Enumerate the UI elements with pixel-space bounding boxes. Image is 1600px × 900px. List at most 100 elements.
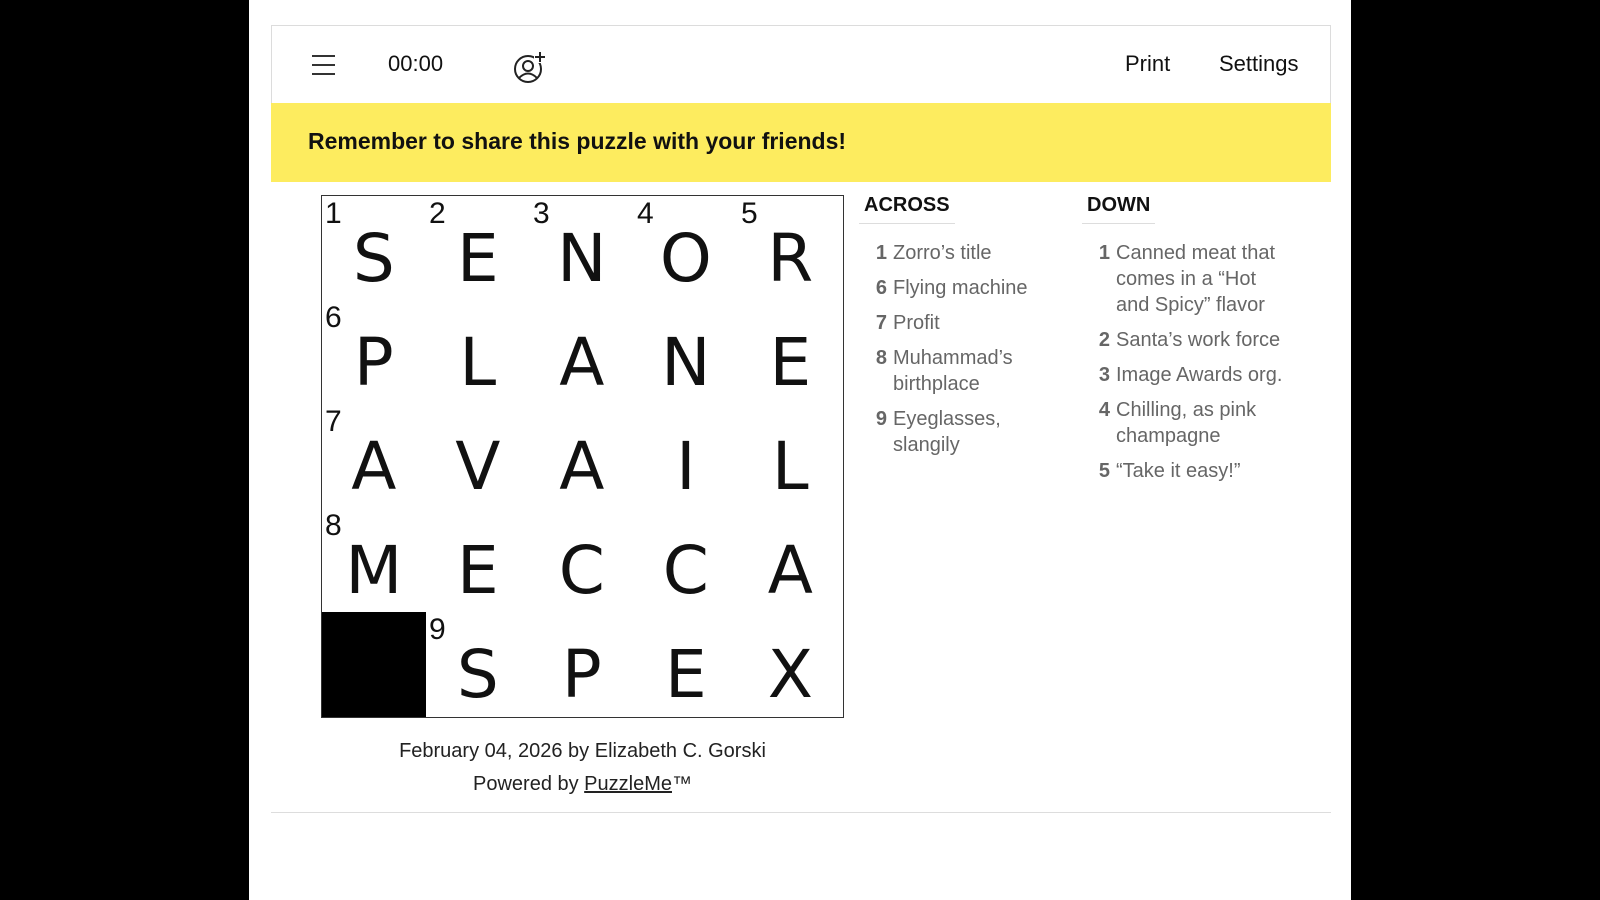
cell-letter: P: [561, 636, 602, 713]
grid-cell[interactable]: A: [530, 404, 635, 509]
cell-letter: P: [353, 324, 394, 401]
grid-cell[interactable]: 4O: [634, 196, 739, 301]
crossword-grid: 1S2E3N4O5R6PLANE7AVAIL8MECCA9SPEX: [321, 195, 844, 718]
cell-letter: S: [352, 220, 395, 297]
across-clue[interactable]: 9 Eyeglasses, slangily: [859, 406, 1054, 458]
cell-letter: C: [558, 532, 605, 609]
grid-cell[interactable]: C: [634, 508, 739, 613]
clue-text: Eyeglasses, slangily: [893, 408, 1001, 456]
grid-cell[interactable]: V: [426, 404, 531, 509]
cell-letter: O: [659, 220, 712, 297]
cell-letter: A: [559, 324, 605, 401]
cell-letter: V: [455, 428, 501, 505]
down-clue[interactable]: 2 Santa’s work force: [1082, 327, 1292, 353]
cell-letter: C: [662, 532, 709, 609]
divider: [271, 812, 1331, 813]
down-clue[interactable]: 3 Image Awards org.: [1082, 362, 1292, 388]
cell-letter: L: [459, 324, 497, 401]
across-clues: ACROSS 1 Zorro’s title 6 Flying machine 7 Pro…: [859, 190, 1054, 467]
grid-cell[interactable]: 8M: [322, 508, 427, 613]
clue-number: 5: [1098, 460, 1110, 482]
puzzle-page: 00:00 Print Settings Remember to share t…: [249, 0, 1351, 900]
grid-cell[interactable]: X: [738, 612, 843, 717]
toolbar: 00:00 Print Settings: [271, 25, 1331, 103]
powered-prefix: Powered by: [473, 773, 585, 795]
across-clue[interactable]: 8 Muhammad’s birthplace: [859, 345, 1054, 397]
down-heading: DOWN: [1082, 190, 1156, 224]
cell-letter: E: [664, 636, 707, 713]
clue-text: Santa’s work force: [1116, 329, 1281, 351]
grid-cell[interactable]: 9S: [426, 612, 531, 717]
clue-text: Flying machine: [893, 277, 1028, 299]
grid-cell[interactable]: E: [426, 508, 531, 613]
down-clue-list: 1 Canned meat that comes in a “Hot and Sp…: [1082, 240, 1292, 484]
cell-letter: E: [456, 220, 499, 297]
down-clue[interactable]: 5 “Take it easy!”: [1082, 458, 1292, 484]
clue-number: 8: [875, 347, 887, 369]
cell-letter: X: [767, 636, 813, 713]
clue-number: 9: [875, 408, 887, 430]
cell-letter: A: [351, 428, 397, 505]
clue-text: Muhammad’s birthplace: [893, 347, 1013, 395]
clue-number: 7: [875, 312, 887, 334]
trademark: ™: [671, 773, 692, 795]
clue-text: “Take it easy!”: [1116, 460, 1241, 482]
byline: February 04, 2026 by Elizabeth C. Gorski: [399, 740, 766, 762]
cell-letter: M: [345, 532, 403, 609]
across-clue[interactable]: 6 Flying machine: [859, 275, 1054, 301]
grid-cell[interactable]: I: [634, 404, 739, 509]
menu-icon[interactable]: [312, 55, 335, 75]
down-clues: DOWN 1 Canned meat that comes in a “Hot a…: [1082, 190, 1292, 493]
grid-cell[interactable]: 2E: [426, 196, 531, 301]
grid-cell[interactable]: P: [530, 612, 635, 717]
clue-number: 6: [875, 277, 887, 299]
across-clue-list: 1 Zorro’s title 6 Flying machine 7 Profit 8 Muh…: [859, 240, 1054, 458]
print-button[interactable]: Print: [1125, 51, 1170, 77]
grid-cell[interactable]: E: [738, 300, 843, 405]
clue-text: Canned meat that comes in a “Hot and Spi…: [1116, 242, 1275, 316]
across-clue[interactable]: 1 Zorro’s title: [859, 240, 1054, 266]
clue-number: 1: [1098, 242, 1110, 264]
clue-text: Image Awards org.: [1116, 364, 1283, 386]
clue-text: Zorro’s title: [893, 242, 992, 264]
puzzleme-link[interactable]: PuzzleMe: [584, 773, 672, 795]
clue-number: 4: [1098, 399, 1110, 421]
grid-cell[interactable]: C: [530, 508, 635, 613]
add-user-icon[interactable]: [512, 49, 548, 85]
grid-cell[interactable]: E: [634, 612, 739, 717]
settings-button[interactable]: Settings: [1219, 51, 1299, 77]
cell-letter: E: [769, 324, 812, 401]
grid-cell[interactable]: 5R: [738, 196, 843, 301]
grid-cell[interactable]: L: [426, 300, 531, 405]
grid-cell[interactable]: N: [634, 300, 739, 405]
clue-number: 2: [1098, 329, 1110, 351]
cell-letter: L: [771, 428, 809, 505]
across-clue[interactable]: 7 Profit: [859, 310, 1054, 336]
grid-cell[interactable]: 7A: [322, 404, 427, 509]
cell-letter: I: [676, 428, 696, 505]
black-cell: [322, 612, 427, 717]
cell-letter: N: [557, 220, 607, 297]
grid-cell[interactable]: A: [738, 508, 843, 613]
down-clue[interactable]: 4 Chilling, as pink champagne: [1082, 397, 1292, 449]
grid-cell[interactable]: A: [530, 300, 635, 405]
banner-text: Remember to share this puzzle with your …: [308, 128, 847, 154]
clue-text: Chilling, as pink champagne: [1116, 399, 1257, 447]
cell-letter: S: [456, 636, 499, 713]
clue-text: Profit: [893, 312, 940, 334]
cell-letter: N: [661, 324, 711, 401]
across-heading: ACROSS: [859, 190, 955, 224]
cell-letter: E: [456, 532, 499, 609]
cell-letter: A: [559, 428, 605, 505]
cell-letter: A: [767, 532, 813, 609]
cell-letter: R: [767, 220, 814, 297]
grid-cell[interactable]: 6P: [322, 300, 427, 405]
grid-cell[interactable]: L: [738, 404, 843, 509]
down-clue[interactable]: 1 Canned meat that comes in a “Hot and Sp…: [1082, 240, 1292, 318]
clue-number: 1: [875, 242, 887, 264]
grid-cell[interactable]: 3N: [530, 196, 635, 301]
grid-cell[interactable]: 1S: [322, 196, 427, 301]
powered-by: Powered by PuzzleMe™: [321, 773, 844, 796]
clue-number: 3: [1098, 364, 1110, 386]
timer: 00:00: [388, 51, 444, 76]
